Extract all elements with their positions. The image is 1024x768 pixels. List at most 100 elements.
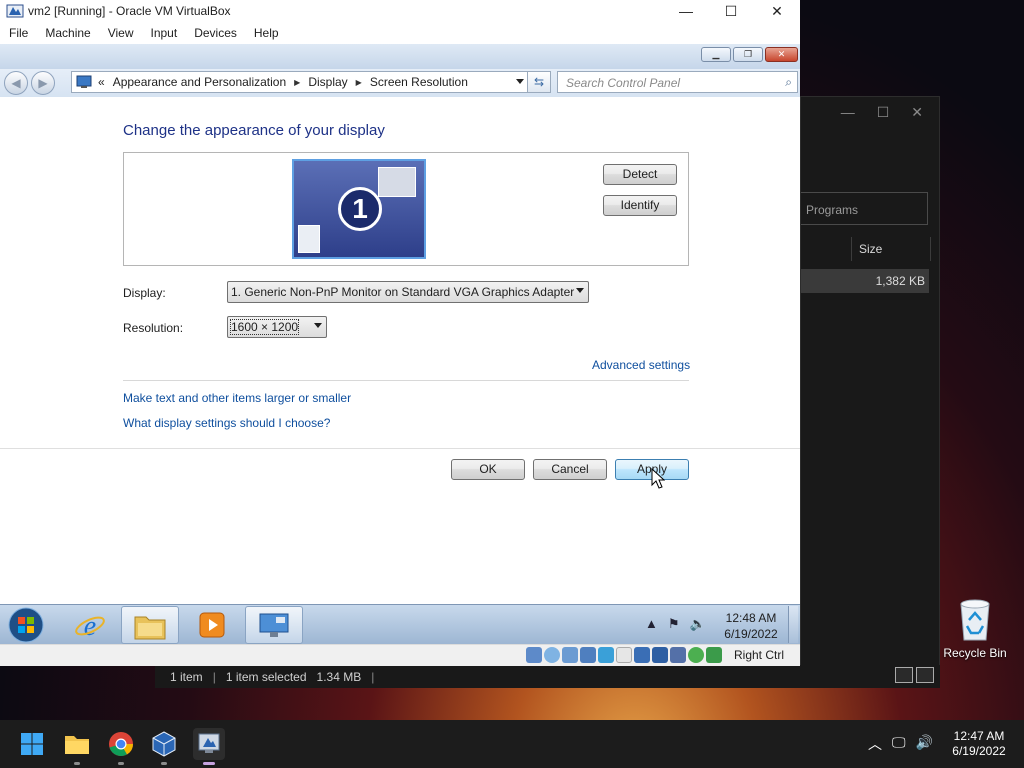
display-settings-help-link[interactable]: What display settings should I choose? [123,416,330,430]
breadcrumb-appearance[interactable]: Appearance and Personalization [113,75,286,89]
host-clock[interactable]: 12:47 AM 6/19/2022 [940,729,1018,759]
monitor-preview-panel: 1 Detect Identify [123,152,689,266]
chrome-icon [109,732,133,757]
control-panel-icon [259,613,289,637]
recycle-bin[interactable]: Recycle Bin [940,594,1010,660]
background-explorer-window: — ☐ ✕ Programs Size 1,382 KB [800,96,940,688]
taskbar-chrome[interactable] [105,728,137,765]
host-system-tray: ︿ 🖵 🔊 [868,734,933,754]
hard-disk-icon[interactable] [526,647,542,663]
size-column-header[interactable]: Size [851,237,931,261]
display-dropdown[interactable]: 1. Generic Non-PnP Monitor on Standard V… [227,281,589,303]
media-player-icon [199,612,225,638]
taskbar-file-explorer[interactable] [61,728,93,765]
host-time: 12:47 AM [953,729,1005,743]
shared-folders-icon[interactable] [616,647,632,663]
host-key-label: Right Ctrl [734,648,785,662]
ok-button[interactable]: OK [451,459,525,480]
breadcrumb-separator-icon[interactable]: ▶ [356,78,362,87]
details-view-icon[interactable] [895,667,913,683]
search-input[interactable]: Search Control Panel ⌕ [557,71,798,93]
mouse-integration-icon[interactable] [688,647,704,663]
maximize-button[interactable]: ☐ [708,0,754,22]
cancel-button[interactable]: Cancel [533,459,607,480]
bg-status-bar: 1 item | 1 item selected 1.34 MB | [155,665,940,688]
advanced-settings-link[interactable]: Advanced settings [592,358,690,372]
text-size-link[interactable]: Make text and other items larger or smal… [123,391,351,405]
start-button[interactable] [2,606,50,644]
taskbar-explorer[interactable] [121,606,179,644]
virtualization-icon[interactable] [670,647,686,663]
breadcrumb[interactable]: « Appearance and Personalization ▶ Displ… [71,71,551,93]
folder-icon [134,616,166,640]
guest-restore-button[interactable]: ❐ [733,47,763,62]
refresh-button[interactable]: ⇆ [527,71,551,93]
large-icons-view-icon[interactable] [916,667,934,683]
volume-icon[interactable]: 🔊 [916,734,933,754]
guest-time: 12:48 AM [725,611,777,625]
menu-file[interactable]: File [9,26,28,40]
audio-icon[interactable] [562,647,578,663]
taskbar-virtualbox[interactable] [148,728,180,765]
volume-icon[interactable]: 🔈 [690,616,706,632]
window-thumbnail-icon [378,167,416,197]
svg-text:e: e [84,611,96,642]
menu-machine[interactable]: Machine [45,26,90,40]
menu-devices[interactable]: Devices [194,26,237,40]
bg-search-field[interactable]: Programs [801,192,928,225]
selected-file-row[interactable]: 1,382 KB [801,269,929,293]
taskbar-vm-window[interactable] [193,728,225,765]
bg-maximize-button[interactable]: ☐ [877,104,890,121]
virtualbox-status-bar: Right Ctrl [0,644,800,666]
network-icon[interactable] [580,647,596,663]
host-taskbar: ︿ 🖵 🔊 12:47 AM 6/19/2022 [0,720,1024,768]
show-hidden-icons-icon[interactable]: ▲ [645,616,658,632]
page-heading: Change the appearance of your display [123,122,385,139]
optical-drive-icon[interactable] [544,647,560,663]
menu-input[interactable]: Input [151,26,178,40]
monitor-1-tile[interactable]: 1 [292,159,426,259]
display-value: 1. Generic Non-PnP Monitor on Standard V… [231,285,575,299]
guest-minimize-button[interactable]: ▁ [701,47,731,62]
resolution-dropdown[interactable]: 1600 × 1200 [227,316,327,338]
view-toggle [895,667,934,683]
guest-clock[interactable]: 12:48 AM 6/19/2022 [720,610,782,642]
bg-minimize-button[interactable]: — [841,104,855,120]
back-button[interactable]: ◀ [4,71,28,95]
breadcrumb-dropdown-icon[interactable] [516,79,524,84]
windows-orb-icon [8,607,44,643]
breadcrumb-overflow[interactable]: « [98,75,105,89]
show-hidden-icons-icon[interactable]: ︿ [868,734,882,754]
keyboard-capture-icon[interactable] [706,647,722,663]
guest-window-caption: ▁ ❐ ✕ [0,44,800,69]
forward-button[interactable]: ▶ [31,71,55,95]
menu-help[interactable]: Help [254,26,279,40]
identify-button[interactable]: Identify [603,195,677,216]
network-icon[interactable]: 🖵 [892,734,906,754]
action-center-flag-icon[interactable]: ⚑ [668,616,680,632]
detect-button[interactable]: Detect [603,164,677,185]
breadcrumb-separator-icon[interactable]: ▶ [294,78,300,87]
display-icon[interactable] [634,647,650,663]
taskbar-ie[interactable]: e [61,606,119,644]
device-indicators [526,647,722,663]
resolution-value: 1600 × 1200 [229,319,300,335]
breadcrumb-screen-resolution[interactable]: Screen Resolution [370,75,468,89]
window-title: vm2 [Running] - Oracle VM VirtualBox [28,4,231,18]
host-date: 6/19/2022 [952,744,1006,758]
taskbar-control-panel[interactable] [245,606,303,644]
menu-view[interactable]: View [108,26,134,40]
minimize-button[interactable]: — [663,0,709,22]
monitor-number-badge: 1 [338,187,382,231]
guest-close-button[interactable]: ✕ [765,47,798,62]
close-button[interactable]: ✕ [754,0,800,22]
breadcrumb-display[interactable]: Display [308,75,347,89]
show-desktop-button[interactable] [788,606,798,643]
usb-icon[interactable] [598,647,614,663]
guest-taskbar: e ▲ ⚑ 🔈 12:48 AM 6/19/2022 [0,604,800,644]
recording-icon[interactable] [652,647,668,663]
bg-close-button[interactable]: ✕ [911,104,923,121]
search-icon[interactable]: ⌕ [785,75,792,90]
taskbar-media-player[interactable] [183,606,241,644]
start-button[interactable] [16,728,48,760]
